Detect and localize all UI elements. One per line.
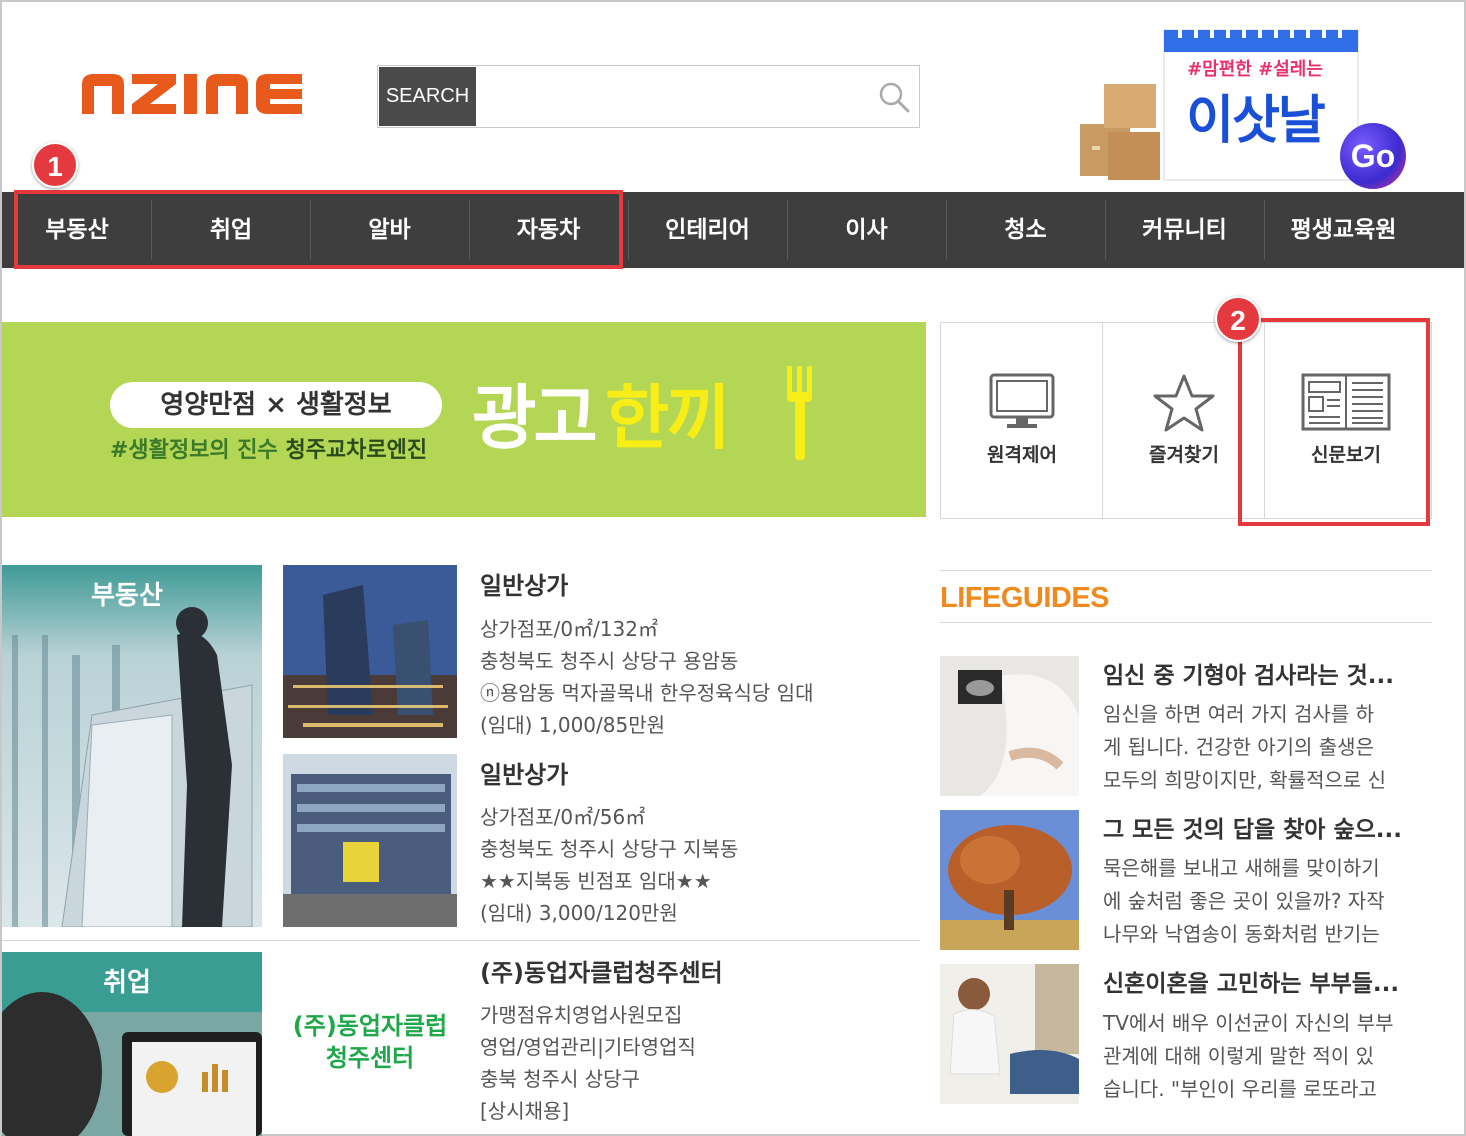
nzine-logo[interactable] — [80, 70, 304, 116]
lifeguide-photo[interactable] — [940, 810, 1079, 950]
lifeguide-excerpt: 게 됩니다. 건강한 아기의 출생은 — [1103, 735, 1374, 759]
fork-icon — [787, 366, 812, 460]
banner-title: 이삿날 — [1186, 91, 1326, 151]
listing-detail: ★★지북동 빈점포 임대★★ — [480, 869, 712, 893]
company-logo-line: (주)동업자클럽 — [292, 1012, 448, 1040]
search-icon[interactable] — [877, 80, 911, 114]
lifeguides-top-border — [940, 570, 1432, 571]
highlight-box-2 — [1238, 318, 1430, 526]
star-icon — [1153, 374, 1215, 432]
nav-item-education[interactable]: 평생교육원 — [1264, 200, 1423, 260]
lifeguide-title[interactable]: 신혼이혼을 고민하는 부부들... — [1103, 964, 1433, 998]
section-divider — [2, 940, 920, 941]
nav-item-community[interactable]: 커뮤니티 — [1105, 200, 1264, 260]
listing-detail: 상가점포/0㎡/132㎡ — [480, 617, 658, 641]
annotation-badge-1: 1 — [32, 142, 78, 188]
monitor-icon — [989, 373, 1055, 428]
lifeguide-title[interactable]: 그 모든 것의 답을 찾아 숲으... — [1103, 810, 1433, 844]
nav-item-moving[interactable]: 이사 — [787, 200, 946, 260]
go-button[interactable]: Go — [1340, 123, 1406, 189]
lifeguides-underline — [940, 622, 1432, 623]
nav-item-cleaning[interactable]: 청소 — [946, 200, 1105, 260]
lifeguide-excerpt: 묵은해를 보내고 새해를 맞이하기 — [1103, 856, 1380, 880]
ad-pill-text: 영양만점 × 생활정보 — [110, 382, 442, 428]
company-logo-line: 청주센터 — [325, 1044, 415, 1072]
annotation-badge-2: 2 — [1215, 296, 1261, 342]
ad-subtitle-dark: 청주교차로엔진 — [285, 438, 428, 463]
quick-label: 원격제어 — [987, 444, 1057, 466]
listing-detail: ⓝ용암동 먹자골목내 한우정육식당 임대 — [480, 681, 814, 705]
search-box: SEARCH — [377, 65, 920, 128]
listing-title[interactable]: 일반상가 — [480, 755, 568, 790]
listing-detail: 영업/영업관리|기타영업직 — [480, 1035, 696, 1059]
lifeguide-excerpt: 임신을 하면 여러 가지 검사를 하 — [1103, 702, 1374, 726]
lifeguides-heading: LIFEGUIDES — [940, 582, 1110, 614]
lifeguide-excerpt: 관계에 대해 이렇게 말한 적이 있 — [1103, 1044, 1374, 1068]
lifeguide-excerpt: 습니다. "부인이 우리를 로또라고 — [1103, 1077, 1377, 1101]
category-label: 취업 — [103, 968, 151, 998]
ad-subtitle: #생활정보의 진수 청주교차로엔진 — [110, 432, 455, 464]
lifeguide-photo[interactable] — [940, 964, 1079, 1104]
listing-detail: 충청북도 청주시 상당구 지북동 — [480, 837, 739, 861]
listing-detail: 충청북도 청주시 상당구 용암동 — [480, 649, 739, 673]
search-label: SEARCH — [379, 67, 476, 126]
listing-detail: 상가점포/0㎡/56㎡ — [480, 805, 646, 829]
ad-subtitle-green: #생활정보의 진수 — [110, 438, 278, 463]
listing-detail: (임대) 1,000/85만원 — [480, 713, 666, 737]
listing-title[interactable]: (주)동업자클럽청주센터 — [480, 953, 723, 988]
lifeguide-excerpt: 나무와 낙엽송이 동화처럼 반기는 — [1103, 922, 1380, 946]
category-label: 부동산 — [91, 581, 163, 611]
quick-remote-control[interactable]: 원격제어 — [941, 323, 1103, 518]
listing-detail: 가맹점유치영업사원모집 — [480, 1003, 683, 1027]
category-banner-jobs[interactable]: 취업 — [0, 952, 262, 1136]
listing-detail: [상시채용] — [480, 1099, 570, 1123]
lifeguide-photo[interactable] — [940, 656, 1079, 796]
listing-photo[interactable] — [283, 754, 457, 927]
listing-photo[interactable] — [283, 565, 457, 738]
ad-headline-white: 광고 — [472, 377, 598, 459]
ad-headline-yellow: 한끼 — [605, 377, 731, 459]
category-banner-realestate[interactable]: 부동산 — [2, 565, 262, 928]
nav-item-interior[interactable]: 인테리어 — [628, 200, 787, 260]
lifeguide-excerpt: 에 숲처럼 좋은 곳이 있을까? 자작 — [1103, 889, 1385, 913]
listing-detail: (임대) 3,000/120만원 — [480, 901, 678, 925]
search-input[interactable] — [478, 68, 868, 125]
listing-title[interactable]: 일반상가 — [480, 566, 568, 601]
ad-banner[interactable]: 영양만점 × 생활정보 #생활정보의 진수 청주교차로엔진 광고 한끼 — [2, 322, 926, 517]
lifeguide-excerpt: TV에서 배우 이선균이 자신의 부부 — [1103, 1011, 1394, 1035]
realestate-photo — [2, 565, 262, 928]
listing-detail: 충북 청주시 상당구 — [480, 1067, 640, 1091]
lifeguide-title[interactable]: 임신 중 기형아 검사라는 것... — [1103, 656, 1433, 690]
lifeguide-excerpt: 모두의 희망이지만, 확률적으로 신 — [1103, 768, 1387, 792]
highlight-box-1 — [14, 190, 623, 269]
company-logo[interactable]: (주)동업자클럽 청주센터 — [283, 1010, 457, 1074]
